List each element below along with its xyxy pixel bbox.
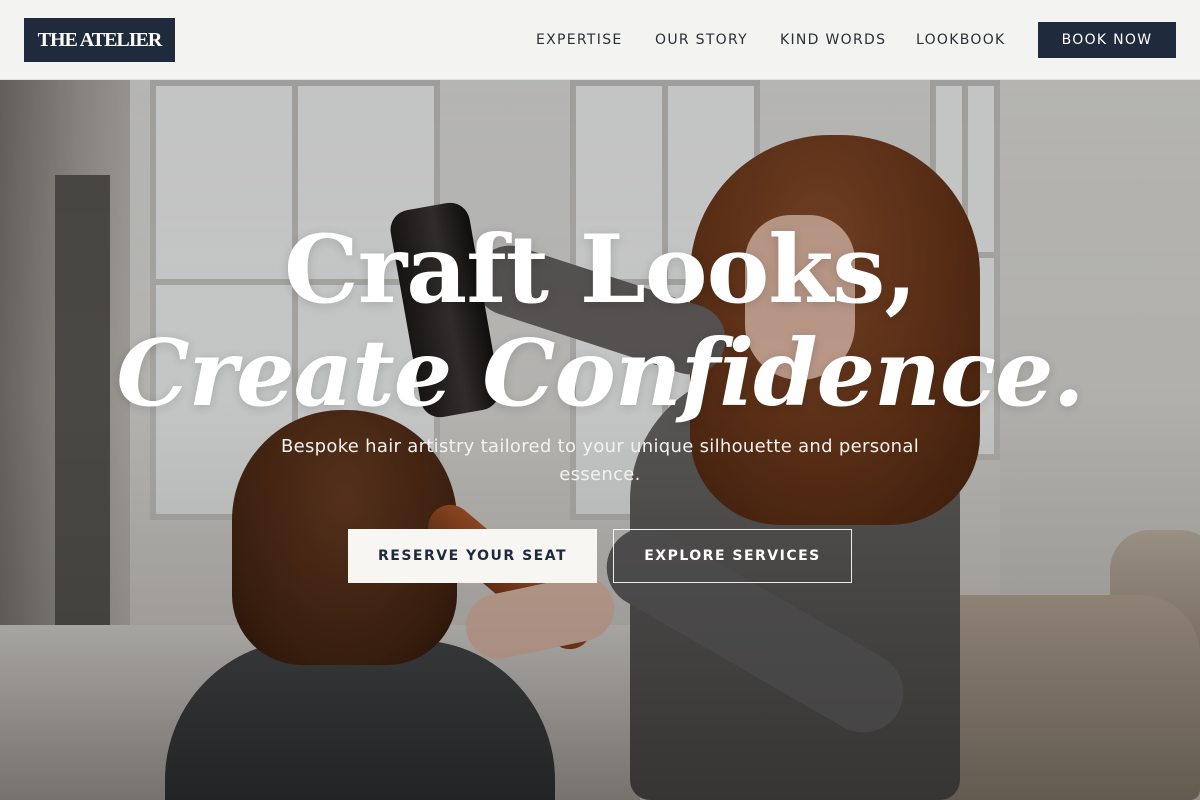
nav-link-our-story[interactable]: OUR STORY: [655, 22, 748, 58]
nav-link-kind-words[interactable]: KIND WORDS: [780, 22, 886, 58]
nav-link-expertise[interactable]: EXPERTISE: [536, 22, 623, 58]
book-now-button[interactable]: BOOK NOW: [1038, 22, 1176, 58]
nav-link-lookbook[interactable]: LOOKBOOK: [916, 22, 1006, 58]
brand-logo[interactable]: THE ATELIER: [24, 18, 175, 62]
site-header: THE ATELIER EXPERTISE OUR STORY KIND WOR…: [0, 0, 1200, 80]
hero-headline-line1: Craft Looks,: [283, 215, 917, 325]
hero-headline-line2: Create Confidence.: [116, 319, 1084, 427]
explore-services-button[interactable]: EXPLORE SERVICES: [613, 529, 852, 583]
hero-subtitle: Bespoke hair artistry tailored to your u…: [280, 436, 920, 485]
reserve-your-seat-button[interactable]: RESERVE YOUR SEAT: [348, 529, 597, 583]
